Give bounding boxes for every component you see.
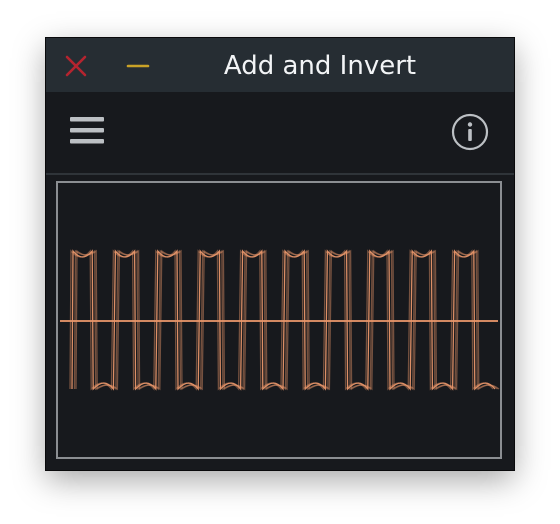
info-button[interactable] <box>450 112 490 152</box>
title-bar[interactable]: Add and Invert <box>46 38 514 92</box>
window-title: Add and Invert <box>223 51 417 81</box>
minimize-button[interactable] <box>124 52 152 80</box>
waveform-trace <box>73 249 498 391</box>
info-icon <box>451 113 489 151</box>
app-window: Add and Invert <box>46 38 514 470</box>
toolbar <box>46 92 514 174</box>
oscilloscope-display <box>56 181 502 459</box>
waveform-trace <box>71 249 496 391</box>
minimize-icon <box>126 64 150 68</box>
waveform-trace <box>69 249 494 391</box>
toolbar-divider <box>46 173 514 175</box>
menu-button[interactable] <box>68 114 108 150</box>
close-icon <box>65 55 87 77</box>
hamburger-menu-icon <box>70 117 104 144</box>
close-button[interactable] <box>62 52 90 80</box>
waveform-plot <box>60 249 500 391</box>
